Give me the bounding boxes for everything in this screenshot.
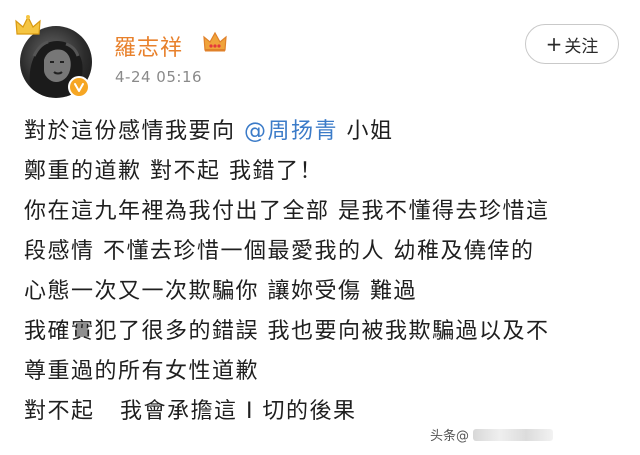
post-timestamp: 4-24 05:16 <box>115 68 203 86</box>
plus-icon: + <box>545 32 563 56</box>
watermark-text: 头条@ <box>430 429 470 444</box>
post-content: 對於這份感情我要向 @周扬青 小姐 鄭重的道歉 對不起 我錯了！ 你在這九年裡為… <box>24 112 624 432</box>
weibo-post: 羅志祥 4-24 05:16 + 关注 對於這份感情我要向 @周扬青 小姐 鄭重… <box>0 0 640 455</box>
content-line-7: 尊重過的所有女性道歉 <box>24 359 260 384</box>
content-line-2: 鄭重的道歉 對不起 我錯了！ <box>24 159 323 184</box>
content-line-1: 對於這份感情我要向 @周扬青 小姐 <box>24 112 624 152</box>
blurred-watermark-handle <box>473 428 554 441</box>
content-line-5: 心態一次又一次欺騙你 讓妳受傷 難過 <box>24 279 417 304</box>
content-line-1-after: 小姐 <box>338 119 394 144</box>
content-line-6: 我確實犯了很多的錯誤 我也要向被我欺騙過以及不 <box>24 319 550 344</box>
vip-crown-icon[interactable] <box>202 30 228 54</box>
gold-crown-icon <box>14 14 42 38</box>
content-line-1-before: 對於這份感情我要向 <box>24 119 244 144</box>
username[interactable]: 羅志祥 <box>114 30 183 62</box>
watermark: 头条@ <box>430 425 554 444</box>
follow-label: 关注 <box>564 36 599 57</box>
avatar-container[interactable] <box>15 15 92 98</box>
verified-v-icon <box>68 76 90 98</box>
content-line-4: 段感情 不懂去珍惜一個最愛我的人 幼稚及僥倖的 <box>24 239 535 264</box>
follow-button[interactable]: + 关注 <box>525 24 619 64</box>
content-line-3: 你在這九年裡為我付出了全部 是我不懂得去珍惜這 <box>24 199 550 224</box>
mention-link[interactable]: @周扬青 <box>244 119 338 144</box>
